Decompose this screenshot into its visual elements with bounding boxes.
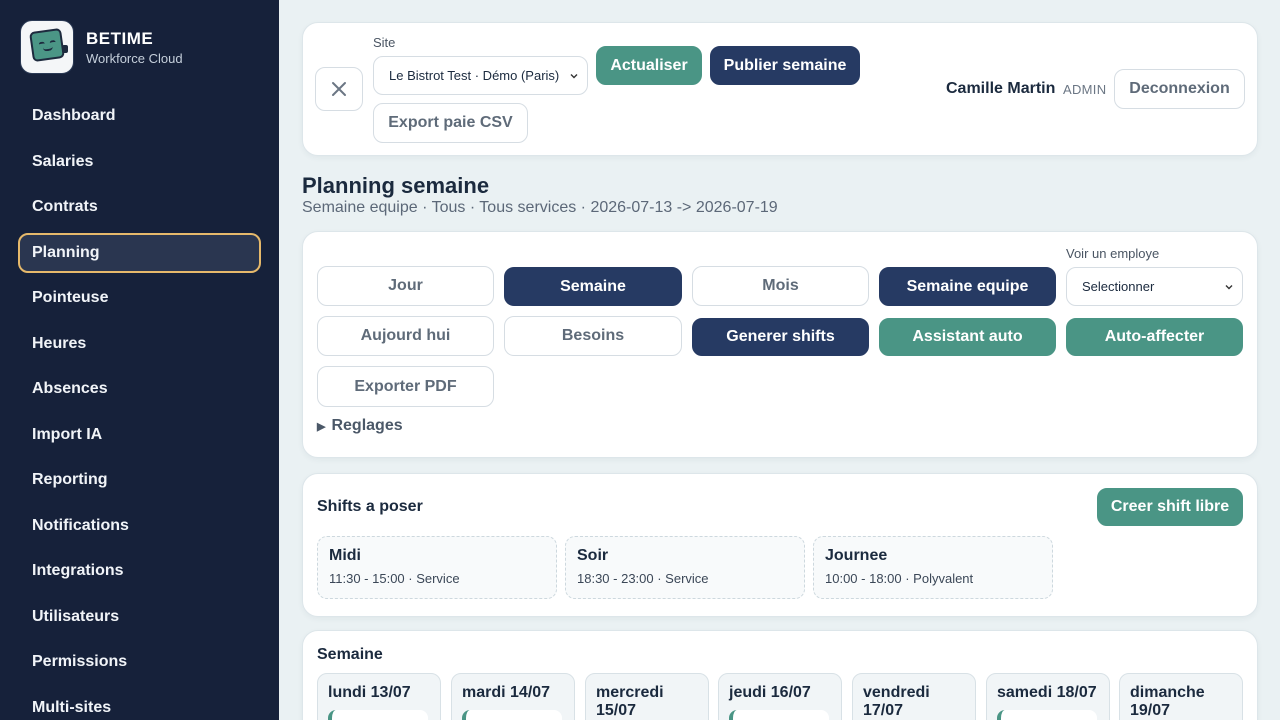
day-column[interactable]: mardi 14/07 xyxy=(451,673,575,720)
day-label: jeudi 16/07 xyxy=(729,684,811,701)
view-team-week-button[interactable]: Semaine equipe xyxy=(879,267,1056,306)
planning-controls: Jour Semaine Mois Semaine equipe Voir un… xyxy=(302,231,1258,458)
shift-name: Midi xyxy=(329,547,361,564)
week-grid: Semaine lundi 13/07 mardi 14/07 mercredi… xyxy=(302,630,1258,720)
page-title: Planning semaine xyxy=(302,173,490,198)
view-week-button[interactable]: Semaine xyxy=(504,267,682,306)
site-label: Site xyxy=(373,35,396,50)
brand-subtitle: Workforce Cloud xyxy=(86,50,183,66)
settings-toggle[interactable]: ▶ Reglages xyxy=(317,417,403,435)
create-free-shift-button[interactable]: Creer shift libre xyxy=(1097,488,1243,526)
close-icon xyxy=(332,82,346,96)
day-column[interactable]: samedi 18/07 xyxy=(986,673,1110,720)
sidebar-item-absences[interactable]: Absences xyxy=(18,369,261,409)
auto-assistant-button[interactable]: Assistant auto xyxy=(879,318,1056,356)
shift-template-card[interactable]: Soir 18:30 - 23:00 · Service xyxy=(565,536,805,599)
export-payroll-button[interactable]: Export paie CSV xyxy=(373,103,528,143)
day-column[interactable]: vendredi 17/07 xyxy=(852,673,976,720)
shift-detail: 11:30 - 15:00 · Service xyxy=(329,571,460,586)
view-month-button[interactable]: Mois xyxy=(692,266,869,306)
sidebar-nav: Dashboard Salaries Contrats Planning Poi… xyxy=(18,96,261,720)
caret-right-icon: ▶ xyxy=(317,420,326,433)
today-button[interactable]: Aujourd hui xyxy=(317,316,494,356)
sidebar-item-reporting[interactable]: Reporting xyxy=(18,460,261,500)
shift-name: Journee xyxy=(825,547,888,564)
logo-icon xyxy=(20,20,74,74)
site-select-value: Le Bistrot Test · Démo (Paris) xyxy=(389,68,560,83)
publish-week-button[interactable]: Publier semaine xyxy=(710,46,860,85)
close-button[interactable] xyxy=(315,67,363,111)
sidebar-item-planning[interactable]: Planning xyxy=(18,232,261,273)
employee-select-value: Selectionner xyxy=(1082,279,1155,294)
refresh-button[interactable]: Actualiser xyxy=(596,46,702,85)
needs-button[interactable]: Besoins xyxy=(504,316,682,356)
shift-detail: 10:00 - 18:00 · Polyvalent xyxy=(825,571,974,586)
view-employee-label: Voir un employe xyxy=(1066,246,1160,261)
sidebar-item-import-ia[interactable]: Import IA xyxy=(18,415,261,455)
day-column[interactable]: dimanche 19/07 xyxy=(1119,673,1243,720)
employee-select[interactable]: Selectionner xyxy=(1066,267,1243,306)
day-column[interactable]: mercredi 15/07 xyxy=(585,673,709,720)
main-content: Site Le Bistrot Test · Démo (Paris) Actu… xyxy=(279,0,1280,720)
sidebar-item-salaries[interactable]: Salaries xyxy=(18,142,261,182)
day-shift-slot[interactable] xyxy=(997,710,1097,720)
day-label: vendredi 17/07 xyxy=(863,684,930,719)
day-shift-slot[interactable] xyxy=(462,710,562,720)
sidebar-item-integrations[interactable]: Integrations xyxy=(18,551,261,591)
sidebar-item-pointeuse[interactable]: Pointeuse xyxy=(18,278,261,318)
user-role-badge: ADMIN xyxy=(1063,82,1107,97)
sidebar-item-multi-sites[interactable]: Multi-sites xyxy=(18,688,261,720)
settings-label: Reglages xyxy=(331,417,403,434)
brand-name: BETIME xyxy=(86,28,154,48)
site-select[interactable]: Le Bistrot Test · Démo (Paris) xyxy=(373,56,588,95)
shifts-to-place: Shifts a poser Creer shift libre Midi 11… xyxy=(302,473,1258,617)
user-name: Camille Martin xyxy=(946,80,1056,97)
sidebar-item-dashboard[interactable]: Dashboard xyxy=(18,96,261,136)
sidebar: BETIME Workforce Cloud Dashboard Salarie… xyxy=(0,0,279,720)
day-label: mercredi 15/07 xyxy=(596,684,664,719)
day-column[interactable]: jeudi 16/07 xyxy=(718,673,842,720)
chevron-down-icon xyxy=(1225,284,1233,289)
shift-name: Soir xyxy=(577,547,609,564)
shift-template-card[interactable]: Journee 10:00 - 18:00 · Polyvalent xyxy=(813,536,1053,599)
brand: BETIME Workforce Cloud xyxy=(20,20,183,74)
sidebar-item-permissions[interactable]: Permissions xyxy=(18,642,261,682)
day-shift-slot[interactable] xyxy=(729,710,829,720)
sidebar-item-contrats[interactable]: Contrats xyxy=(18,187,261,227)
generate-shifts-button[interactable]: Generer shifts xyxy=(692,318,869,356)
day-label: samedi 18/07 xyxy=(997,684,1097,701)
day-shift-slot[interactable] xyxy=(328,710,428,720)
shift-detail: 18:30 - 23:00 · Service xyxy=(577,571,709,586)
sidebar-item-utilisateurs[interactable]: Utilisateurs xyxy=(18,597,261,637)
day-label: lundi 13/07 xyxy=(328,684,411,701)
top-bar: Site Le Bistrot Test · Démo (Paris) Actu… xyxy=(302,22,1258,156)
chevron-down-icon xyxy=(570,73,578,78)
day-column[interactable]: lundi 13/07 xyxy=(317,673,441,720)
logout-button[interactable]: Deconnexion xyxy=(1114,69,1245,109)
sidebar-item-notifications[interactable]: Notifications xyxy=(18,506,261,546)
auto-assign-button[interactable]: Auto-affecter xyxy=(1066,318,1243,356)
day-label: mardi 14/07 xyxy=(462,684,551,701)
shifts-title: Shifts a poser xyxy=(317,498,423,515)
export-pdf-button[interactable]: Exporter PDF xyxy=(317,366,494,407)
view-day-button[interactable]: Jour xyxy=(317,266,494,306)
day-label: dimanche 19/07 xyxy=(1130,684,1205,719)
week-title: Semaine xyxy=(317,646,383,663)
page-subtitle: Semaine equipe · Tous · Tous services · … xyxy=(302,199,778,216)
shift-template-card[interactable]: Midi 11:30 - 15:00 · Service xyxy=(317,536,557,599)
sidebar-item-heures[interactable]: Heures xyxy=(18,324,261,364)
